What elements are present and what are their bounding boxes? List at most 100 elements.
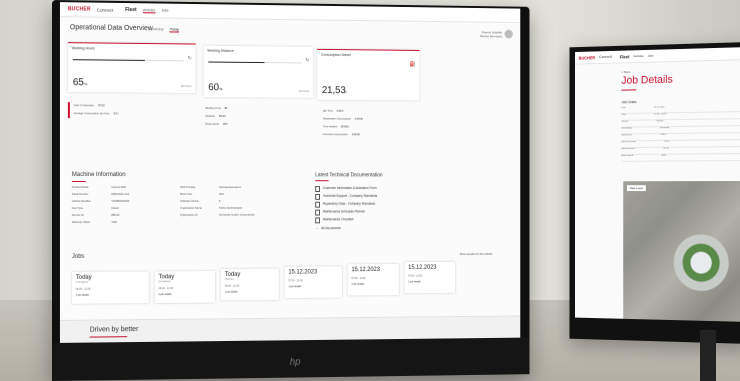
page-title: Job Details: [621, 73, 673, 87]
table-row: Vehicle Identifier VIN08M120006: [71, 199, 130, 203]
brand-logo[interactable]: BUCHER: [68, 6, 91, 12]
job-status: Completed: [158, 280, 171, 284]
table-row: Warranty Status Valid: [71, 220, 117, 224]
heading-underline: [71, 181, 86, 183]
show-all-jobs-link[interactable]: Show all jobs for this vehicle: [460, 252, 493, 256]
user-org: Bucher Municipal: [480, 33, 502, 38]
job-time: 06:00 - 12:00: [158, 287, 173, 291]
footer-underline: [89, 336, 128, 338]
kv-item: Distance 54 km: [205, 114, 226, 118]
working-distance-card[interactable]: Working Distance ↻ 60% 100 Hours: [203, 45, 314, 98]
table-row: Fuel Type Diesel: [71, 206, 119, 210]
brand-logo[interactable]: BUCHER: [579, 55, 596, 60]
doc-link[interactable]: Technical Support - Company Standards: [315, 194, 377, 200]
document-icon: [315, 186, 320, 192]
section-marker: [67, 102, 70, 119]
document-icon: [315, 209, 320, 216]
secondary-monitor: BUCHER Connect Fleet Vehicles Jobs < Bac…: [569, 42, 740, 344]
fleet-menu[interactable]: Fleet: [125, 7, 136, 13]
job-time: 07:00 - 12:00: [351, 276, 366, 280]
job-time: 07:00 - 12:00: [408, 274, 423, 278]
card-title: Consumption Diesel: [320, 52, 351, 58]
fleet-menu[interactable]: Fleet: [620, 54, 630, 59]
main-monitor: BUCHER Connect Fleet Vehicles Jobs Opera…: [52, 0, 530, 381]
working-hours-card[interactable]: Working Hours ↻ 65% 100 Hours: [67, 42, 196, 94]
job-card[interactable]: Today In progress 06:00 - 12:00 1 job de…: [71, 271, 149, 304]
machine-info-heading: Machine Information: [71, 172, 126, 179]
map-layer-toggle[interactable]: Map Layer: [626, 185, 646, 192]
hp-logo: hp: [289, 356, 301, 368]
doc-link[interactable]: Customer Information & Activation Form: [315, 186, 377, 192]
satellite-map[interactable]: Map Layer: [623, 181, 740, 322]
progress-bar: [208, 61, 302, 64]
job-card[interactable]: 15.12.2023 07:00 - 12:00 1 job details: [404, 261, 456, 294]
job-card[interactable]: Today Planned 06:00 - 12:00 1 job detail…: [220, 268, 279, 301]
nav-link-vehicles[interactable]: Vehicles: [633, 54, 644, 58]
day-tabs: Yesterday Today: [149, 27, 179, 33]
back-link[interactable]: < Back: [621, 70, 630, 74]
kv-item: Working Time 8h: [205, 106, 228, 111]
user-menu[interactable]: Francis Schöffel Bucher Municipal: [480, 29, 513, 39]
job-meta: 2 job details: [158, 293, 172, 297]
fuel-icon: ⛽: [409, 61, 416, 68]
kv-item: Start of Operation 07:00: [73, 104, 105, 108]
job-time: 06:00 - 12:00: [75, 287, 91, 291]
app-name: Connect: [96, 7, 114, 13]
job-card[interactable]: Today Completed 06:00 - 12:00 2 job deta…: [154, 271, 216, 304]
job-status: Planned: [224, 277, 234, 281]
docs-heading: Latest Technical Documentation: [315, 172, 383, 179]
consumption-diesel-card[interactable]: Consumption Diesel ⛽ 21,53l: [317, 48, 420, 101]
table-row: Service ID 888-05: [71, 213, 120, 217]
job-meta: 1 job details: [408, 280, 421, 284]
table-row: Organisation Name Public Administration: [180, 206, 243, 210]
monitor-stand: [700, 330, 716, 381]
page-title: Operational Data Overview: [69, 24, 153, 33]
job-meta: 1 job details: [224, 290, 238, 294]
doc-link[interactable]: Maintenance Schedule Planner: [315, 210, 365, 216]
job-meta: 1 job details: [288, 285, 302, 289]
table-row: Organisation ID Gemeinde GmbH, Duivendrec…: [180, 213, 255, 217]
app-name: Connect: [598, 54, 613, 60]
job-data-heading: Job Data: [621, 99, 637, 105]
all-documents-link[interactable]: → All Documents: [315, 226, 341, 230]
job-card[interactable]: 15.12.2023 07:00 - 12:00 1 job details: [347, 264, 399, 296]
refresh-icon[interactable]: ↻: [188, 55, 192, 61]
job-meta: 1 job details: [75, 293, 90, 297]
card-reference: 100 Hours: [298, 89, 310, 93]
doc-link[interactable]: Reparatory Data - Company Standards: [315, 202, 375, 208]
kv-item: Fuel level consumption 0:00 l/h: [322, 133, 361, 137]
footer-tagline: Driven by better: [89, 326, 139, 334]
tab-today[interactable]: Today: [169, 27, 179, 33]
refresh-icon[interactable]: ↻: [305, 58, 309, 64]
document-icon: [315, 201, 320, 208]
kv-item: Idle Time 0:09 h: [322, 109, 344, 113]
job-date: 15.12.2023: [351, 267, 380, 274]
job-status: In progress: [75, 280, 89, 284]
card-title: Working Hours: [71, 46, 95, 51]
tab-yesterday[interactable]: Yesterday: [149, 27, 164, 32]
top-navigation-bar: BUCHER Connect Fleet Vehicles Jobs: [575, 47, 740, 65]
job-meta: 1 job details: [351, 282, 365, 286]
table-row: GPS Provider NetCaseOperations: [180, 186, 242, 190]
job-time: 06:00 - 12:00: [224, 284, 240, 288]
jobs-heading: Jobs: [71, 253, 85, 260]
nav-link-vehicles[interactable]: Vehicles: [142, 7, 156, 13]
job-card[interactable]: 15.12.2023 07:00 - 12:00 1 job details: [284, 266, 342, 299]
table-row: Product Model CityCat 2020: [71, 186, 127, 190]
avatar[interactable]: [504, 29, 513, 39]
card-reference: 100 Hours: [180, 85, 192, 89]
document-icon: [315, 217, 320, 224]
card-title: Working Distance: [207, 48, 234, 53]
table-row: Software Version 8: [180, 199, 221, 203]
table-row: Brush Size 60%: [180, 192, 224, 196]
kv-item: Average Consumption per hour 3,6 l: [73, 112, 119, 116]
job-time: 07:00 - 12:00: [288, 279, 303, 283]
doc-link[interactable]: Maintenance Checklist: [315, 217, 353, 224]
nav-link-jobs[interactable]: Jobs: [647, 54, 653, 58]
nav-link-jobs[interactable]: Jobs: [161, 9, 168, 13]
heading-underline: [621, 89, 637, 91]
job-date: 15.12.2023: [288, 269, 318, 276]
card-value: 21,53l: [321, 85, 347, 97]
kv-item: Wastewater Consumption 0:09 l/h: [322, 117, 363, 121]
arrow-right-icon: →: [315, 226, 319, 231]
